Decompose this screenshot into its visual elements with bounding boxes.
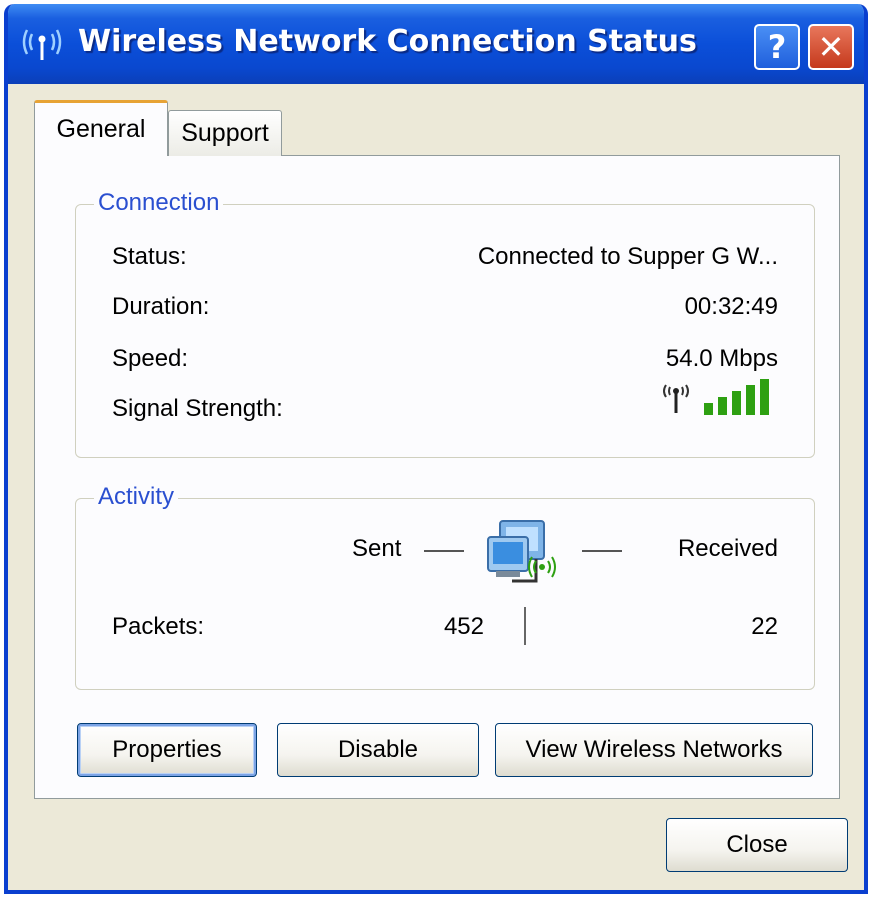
activity-legend: Activity xyxy=(94,483,179,511)
packets-received-value: 22 xyxy=(751,613,778,640)
status-label: Status: xyxy=(112,243,187,270)
packets-label: Packets: xyxy=(112,613,205,640)
tab-support[interactable]: Support xyxy=(168,110,282,156)
duration-value: 00:32:49 xyxy=(684,293,778,320)
disable-button[interactable]: Disable xyxy=(277,723,479,777)
tab-general[interactable]: General xyxy=(34,100,168,156)
packets-divider xyxy=(524,607,526,645)
view-wireless-networks-button[interactable]: View Wireless Networks xyxy=(495,723,813,777)
duration-label: Duration: xyxy=(112,293,210,320)
close-button[interactable]: Close xyxy=(666,818,848,872)
help-button[interactable]: ? xyxy=(754,24,800,70)
network-computers-icon xyxy=(487,520,556,583)
status-value: Connected to Supper G W... xyxy=(477,243,778,270)
window-title: Wireless Network Connection Status xyxy=(78,24,697,59)
sent-label: Sent xyxy=(352,535,402,562)
connection-group: Connection Status: Connected to Supper G… xyxy=(75,189,815,458)
signal-bar xyxy=(746,385,755,415)
signal-bar xyxy=(718,397,727,415)
signal-strength-icon xyxy=(663,379,769,415)
sent-line xyxy=(424,550,464,552)
title-bar[interactable]: Wireless Network Connection Status ? ✕ xyxy=(8,4,864,84)
received-line xyxy=(582,550,622,552)
signal-bar xyxy=(760,379,769,415)
speed-label: Speed: xyxy=(112,345,189,372)
wireless-icon xyxy=(22,29,62,60)
signal-strength-label: Signal Strength: xyxy=(112,395,283,422)
status-dialog: Wireless Network Connection Status ? ✕ G… xyxy=(4,4,868,894)
activity-group: Activity Sent Received Packets: 452 22 xyxy=(75,483,815,690)
antenna-icon xyxy=(663,384,689,413)
signal-bar xyxy=(704,403,713,415)
signal-bar xyxy=(732,391,741,415)
speed-value: 54.0 Mbps xyxy=(665,345,778,372)
close-window-button[interactable]: ✕ xyxy=(808,24,854,70)
properties-button[interactable]: Properties xyxy=(77,723,257,777)
general-tab-panel: Connection Status: Connected to Supper G… xyxy=(34,155,840,799)
packets-sent-value: 452 xyxy=(443,613,484,640)
received-label: Received xyxy=(677,535,778,562)
connection-legend: Connection xyxy=(94,189,224,217)
